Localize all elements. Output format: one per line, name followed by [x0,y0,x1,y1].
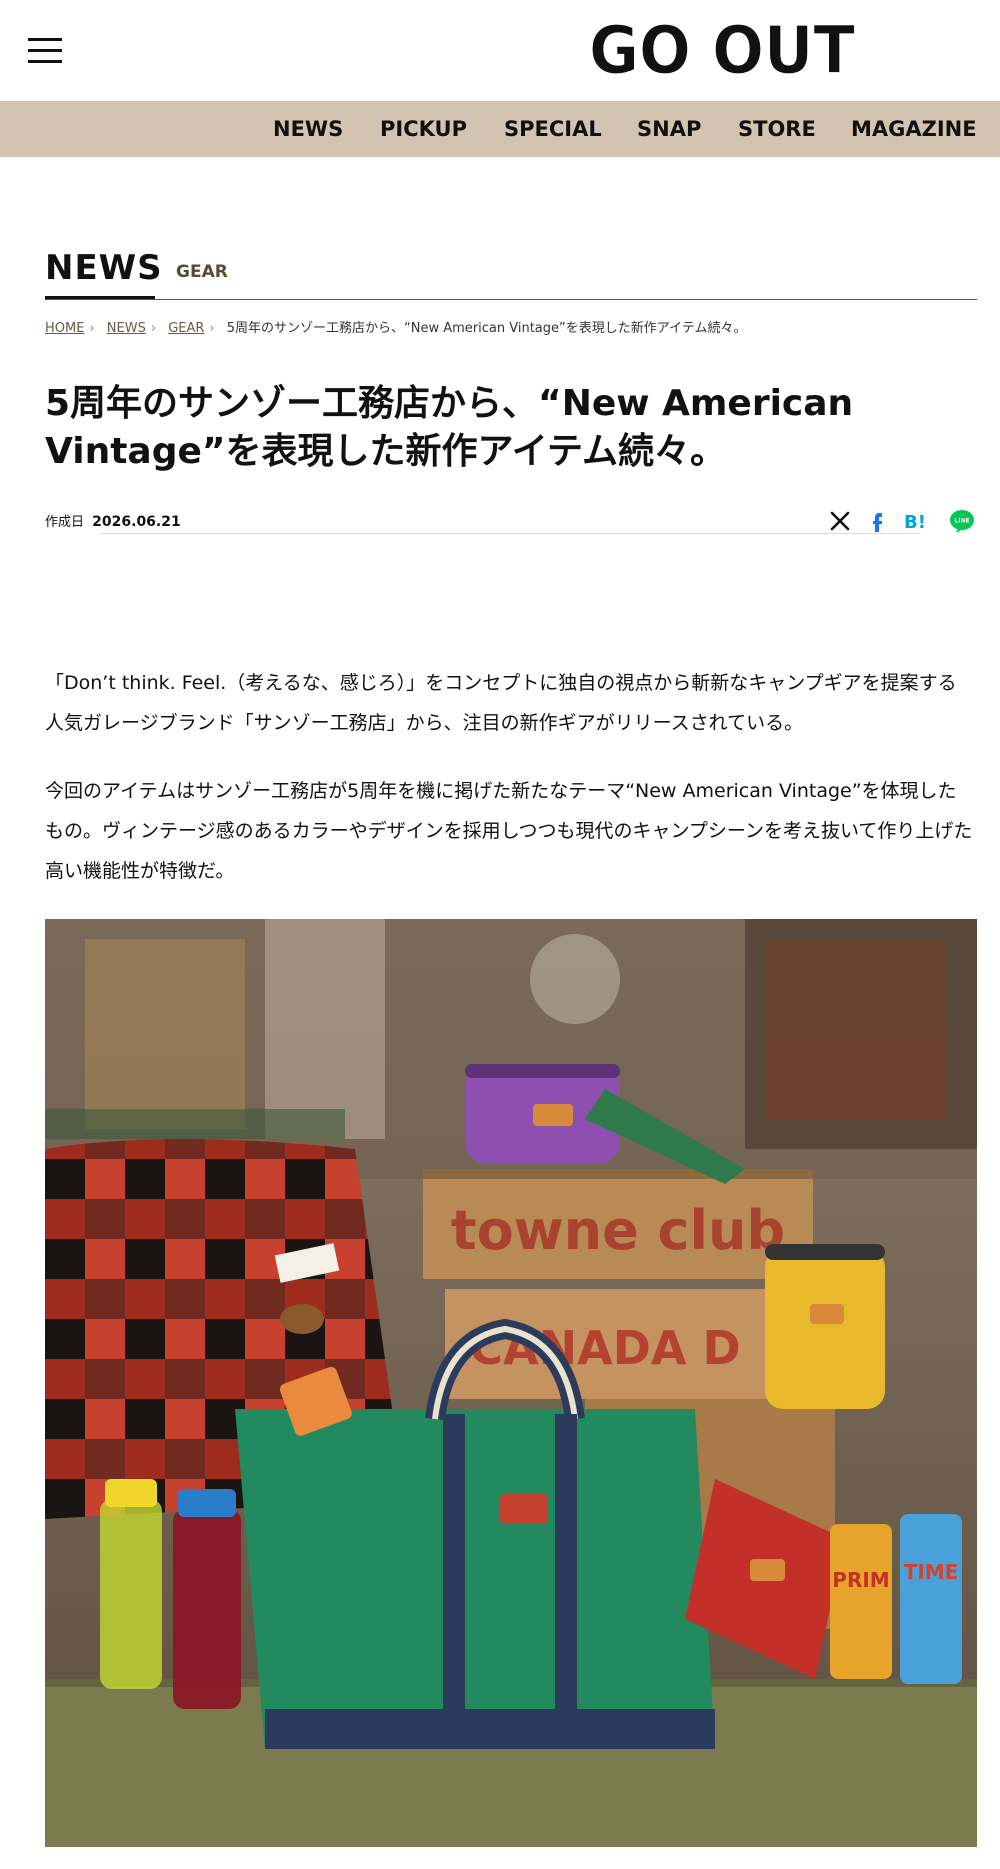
breadcrumb-news[interactable]: NEWS [107,321,146,336]
nav-special[interactable]: SPECIAL [504,117,602,141]
article-headline: 5周年のサンゾー工務店から、“New American Vintage”を表現し… [45,383,854,472]
breadcrumb-current: 5周年のサンゾー工務店から、“New American Vintage”を表現し… [226,321,747,336]
facebook-share-icon[interactable] [864,508,890,534]
nav-store[interactable]: STORE [738,117,816,141]
chevron-right-icon: › [209,321,215,336]
hatena-bookmark-icon[interactable]: B! [902,508,928,534]
main-nav: NEWS PICKUP SPECIAL SNAP STORE MAGAZINE [0,101,1000,157]
svg-text:GO OUT: GO OUT [589,16,855,84]
line-share-icon[interactable]: LINE [949,508,975,534]
nav-pickup[interactable]: PICKUP [380,117,467,141]
chevron-right-icon: › [89,321,95,336]
svg-text:PRIM: PRIM [832,1568,889,1592]
section-heading: NEWS GEAR [45,248,977,300]
svg-text:LINE: LINE [954,518,969,525]
nav-magazine[interactable]: MAGAZINE [851,117,977,141]
section-title: NEWS [45,248,163,288]
x-share-icon[interactable] [827,508,853,534]
created-label: 作成日 [45,515,85,530]
svg-text:TIME: TIME [904,1560,959,1584]
article-paragraph-2: 今回のアイテムはサンゾー工務店が5周年を機に掲げた新たなテーマ“New Amer… [45,780,973,882]
meta-divider [100,533,920,534]
nav-news[interactable]: NEWS [273,117,343,141]
article-paragraph-1: 「Don’t think. Feel.（考えるな、感じろ）」をコンセプトに独自の… [45,672,957,734]
svg-text:towne club: towne club [451,1199,785,1262]
site-header: GO OUT GO OUT [0,0,1000,101]
article-photo: towne club CANADA D PRIM TIME [45,919,977,1847]
article-meta: 作成日 2026.06.21 [45,511,181,530]
chevron-right-icon: › [150,321,157,336]
section-category[interactable]: GEAR [176,262,228,282]
created-date: 2026.06.21 [92,514,181,530]
breadcrumb-home[interactable]: HOME [45,321,84,336]
section-title-underline [45,296,155,299]
breadcrumb-gear[interactable]: GEAR [168,321,204,336]
breadcrumb: HOME › NEWS › GEAR › 5周年のサンゾー工務店から、“New Ame… [45,317,746,336]
go-out-logo[interactable]: GO OUT GO OUT [586,16,858,84]
nav-snap[interactable]: SNAP [637,117,701,141]
hamburger-menu-icon[interactable] [28,38,62,64]
svg-text:B!: B! [904,512,926,533]
